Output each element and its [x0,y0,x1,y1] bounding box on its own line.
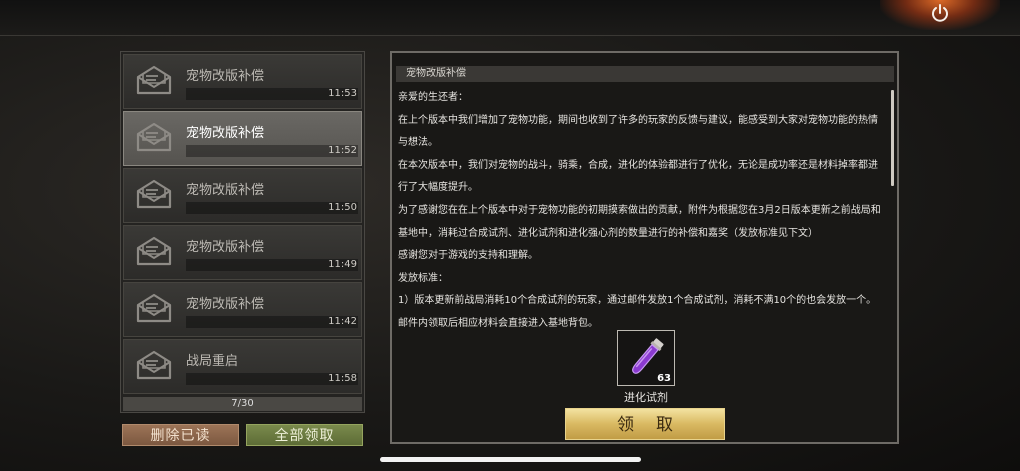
mail-list[interactable]: 宠物改版补偿 11:53 宠物改版补偿 11:52 宠物改版补偿 11:50 宠物改版补偿 1… [120,51,365,413]
mail-paragraph: 感谢您对于游戏的支持和理解。 [398,250,538,262]
mail-title: 战局重启 [186,354,239,369]
envelope-icon [136,350,172,380]
envelope-icon [136,293,172,323]
envelope-icon [136,179,172,209]
delete-read-button[interactable]: 删除已读 [122,424,239,446]
detail-scrollbar[interactable] [891,90,894,186]
mail-paragraph: 亲爱的生还者： [398,92,468,103]
envelope-icon [136,236,172,266]
mail-detail-body: 亲爱的生还者： 在上个版本中我们增加了宠物功能，期间也收到了许多的玩家的反馈与建… [398,87,886,329]
mail-time: 11:49 [328,259,357,270]
mail-list-item[interactable]: 宠物改版补偿 11:42 [123,282,362,337]
claim-all-button[interactable]: 全部领取 [246,424,363,446]
mail-paragraph: 发放标准： [398,272,448,284]
mail-time: 11:52 [328,145,357,156]
mail-detail-title: 宠物改版补偿 [396,66,894,82]
mail-paragraph: 为了感谢您在在上个版本中对于宠物功能的初期摸索做出的贡献，附件为根据您在3月2日… [398,204,881,239]
mail-title: 宠物改版补偿 [186,297,265,312]
mail-title: 宠物改版补偿 [186,69,265,84]
envelope-icon [136,65,172,95]
mail-title: 宠物改版补偿 [186,240,265,255]
mail-list-item[interactable]: 战局重启 11:58 [123,339,362,394]
envelope-icon [136,122,172,152]
mail-list-item[interactable]: 宠物改版补偿 11:50 [123,168,362,223]
home-indicator[interactable] [380,457,641,462]
power-button[interactable] [926,0,954,27]
mail-detail-panel: 宠物改版补偿 亲爱的生还者： 在上个版本中我们增加了宠物功能，期间也收到了许多的… [390,51,899,444]
mail-time: 11:53 [328,88,357,99]
attachment-count: 63 [657,373,671,384]
attachment-name: 进化试剂 [624,391,668,404]
top-bar [0,0,1020,36]
mail-list-item[interactable]: 宠物改版补偿 11:52 [123,111,362,166]
mail-paragraph: 在上个版本中我们增加了宠物功能，期间也收到了许多的玩家的反馈与建议，能感受到大家… [398,114,878,149]
mail-paragraph: 在本次版本中，我们对宠物的战斗，骑乘，合成，进化的体验都进行了优化，无论是成功率… [398,159,878,194]
mail-time: 11:42 [328,316,357,327]
mail-time: 11:58 [328,373,357,384]
mail-list-item[interactable]: 宠物改版补偿 11:53 [123,54,362,109]
mail-time: 11:50 [328,202,357,213]
power-icon [932,4,948,22]
claim-button[interactable]: 领取 [565,408,725,440]
mail-title: 宠物改版补偿 [186,126,265,141]
attachment-slot[interactable]: 63 [617,330,675,386]
mail-title: 宠物改版补偿 [186,183,265,198]
page-counter: 7/30 [123,397,362,411]
mail-paragraph: 1）版本更新前战局消耗10个合成试剂的玩家，通过邮件发放1个合成试剂，消耗不满1… [398,295,877,329]
mail-list-item[interactable]: 宠物改版补偿 11:49 [123,225,362,280]
